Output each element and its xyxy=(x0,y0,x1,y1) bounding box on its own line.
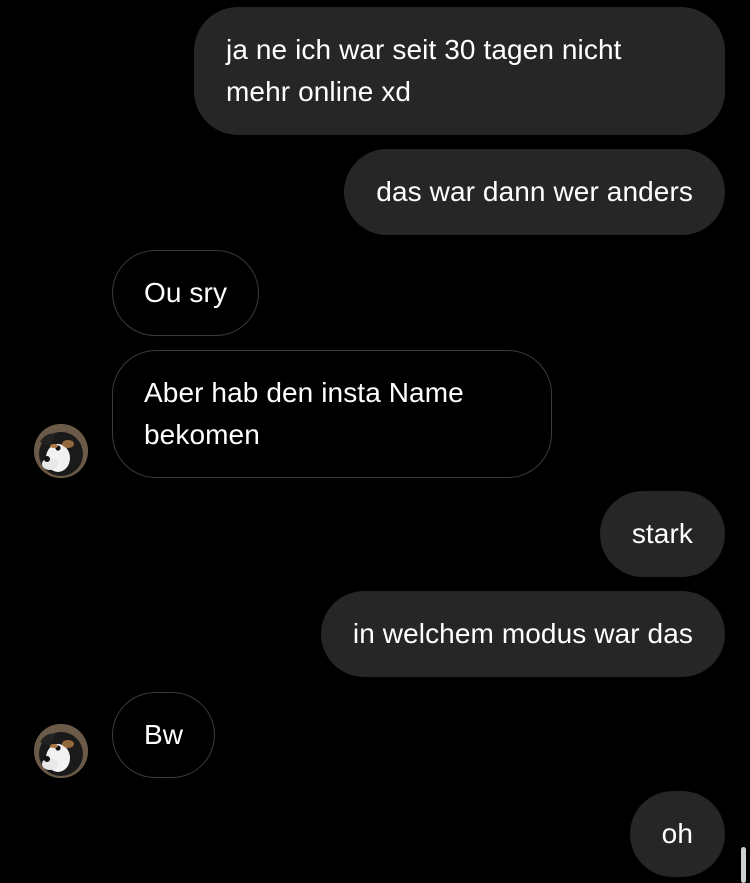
dog-photo-avatar[interactable] xyxy=(34,724,88,778)
message-text: Bw xyxy=(144,719,184,750)
message-text: oh xyxy=(661,818,693,849)
message-bubble-outgoing[interactable]: das war dann wer anders xyxy=(344,149,725,235)
message-text: Ou sry xyxy=(144,277,228,308)
message-text: das war dann wer anders xyxy=(376,176,693,207)
message-bubble-incoming[interactable]: Bw xyxy=(112,692,216,778)
message-text: Aber hab den insta Name bekomen xyxy=(144,377,464,450)
message-bubble-outgoing[interactable]: in welchem modus war das xyxy=(320,591,725,677)
dog-icon xyxy=(34,424,88,478)
chat-thread: ja ne ich war seit 30 tagen nicht mehr o… xyxy=(0,0,750,883)
message-text: stark xyxy=(631,518,693,549)
message-bubble-outgoing[interactable]: stark xyxy=(599,491,725,577)
message-text: ja ne ich war seit 30 tagen nicht mehr o… xyxy=(226,34,622,107)
message-bubble-outgoing[interactable]: ja ne ich war seit 30 tagen nicht mehr o… xyxy=(194,7,725,135)
message-bubble-incoming[interactable]: Aber hab den insta Name bekomen xyxy=(112,350,552,478)
message-bubble-outgoing[interactable]: oh xyxy=(629,791,725,877)
dog-icon xyxy=(34,724,88,778)
message-text: in welchem modus war das xyxy=(352,618,693,649)
scrollbar[interactable] xyxy=(741,847,746,883)
dog-photo-avatar[interactable] xyxy=(34,424,88,478)
message-bubble-incoming[interactable]: Ou sry xyxy=(112,250,260,336)
